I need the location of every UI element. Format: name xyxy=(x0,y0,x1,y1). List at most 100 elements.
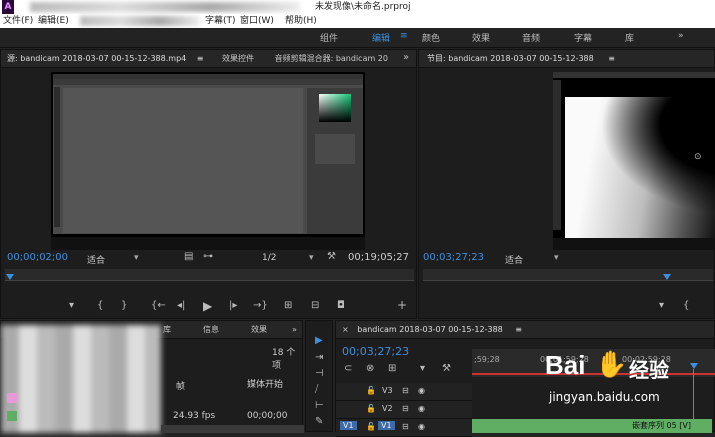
program-fit-select[interactable]: 适合 xyxy=(505,253,523,266)
button-editor-plus-icon[interactable]: + xyxy=(397,298,407,312)
source-menu-icon[interactable]: ≡ xyxy=(197,54,204,63)
step-back-icon[interactable]: ◂| xyxy=(177,300,185,311)
add-marker-icon[interactable]: ▾ xyxy=(69,300,74,311)
watermark-brand: Bai xyxy=(545,350,586,380)
sync-lock-icon[interactable]: ⊟ xyxy=(402,422,409,431)
menu-edit[interactable]: 编辑(E) xyxy=(38,14,69,28)
track-v3: 🔓 V3 ⊟ ◉ xyxy=(336,383,472,401)
timeline-marker-icon[interactable]: ▾ xyxy=(420,363,425,374)
program-menu-icon[interactable]: ≡ xyxy=(608,54,615,63)
workspace-titles[interactable]: 字幕 xyxy=(574,31,592,44)
track-v2: 🔓 V2 ⊟ ◉ xyxy=(336,401,472,419)
lock-icon[interactable]: 🔓 xyxy=(366,404,376,413)
target-cursor-icon: ⊙ xyxy=(694,152,702,162)
source-playhead[interactable] xyxy=(6,274,14,280)
project-more-icon[interactable]: » xyxy=(292,321,297,339)
col-frame-rate[interactable]: 帧 xyxy=(176,379,185,392)
menu-help[interactable]: 帮助(H) xyxy=(285,14,317,28)
go-to-out-icon[interactable]: →} xyxy=(253,300,268,311)
media-start-value: 00;00;00 xyxy=(247,411,288,421)
lock-icon[interactable]: 🔓 xyxy=(366,386,376,395)
tools-panel: ▶ ⇥ ⊣ ⧸ ⊢ ✎ xyxy=(305,320,333,432)
program-monitor: 节目: bandicam 2018-03-07 00-15-12-388 ≡ ⊙… xyxy=(418,49,715,319)
menu-bar: 文件(F) 编辑(E) 字幕(T) 窗口(W) 帮助(H) xyxy=(0,14,715,28)
timeline-close-icon[interactable]: × xyxy=(342,325,349,334)
workspace-libraries[interactable]: 库 xyxy=(625,31,634,44)
program-timecode[interactable]: 00;03;27;23 xyxy=(423,252,484,263)
workspace-menu-icon[interactable]: ≡ xyxy=(400,31,408,41)
watermark-paw-icon: ✋ xyxy=(595,350,628,380)
step-forward-icon[interactable]: |▸ xyxy=(229,300,237,311)
play-icon[interactable]: ▶ xyxy=(203,299,212,313)
sync-lock-icon[interactable]: ⊟ xyxy=(402,386,409,395)
workspace-bar: 组件 编辑 ≡ 颜色 效果 音频 字幕 库 » xyxy=(0,28,715,48)
workspace-editing[interactable]: 编辑 xyxy=(372,31,390,44)
blurred-title xyxy=(30,2,300,12)
wrench-icon[interactable]: ⚒ xyxy=(327,251,336,262)
fps-value: 24.93 fps xyxy=(173,411,216,421)
eye-icon[interactable]: ◉ xyxy=(418,404,425,413)
sync-lock-icon[interactable]: ⊟ xyxy=(402,404,409,413)
add-edit-icon[interactable]: ⊞ xyxy=(388,363,396,374)
windows-taskbar xyxy=(51,237,365,250)
go-to-in-icon[interactable]: {← xyxy=(151,300,166,311)
col-media-start[interactable]: 媒体开始 xyxy=(247,377,283,390)
tab-info[interactable]: 信息 xyxy=(203,321,219,339)
program-fit-chevron-icon[interactable]: ▾ xyxy=(554,253,559,263)
eye-icon[interactable]: ◉ xyxy=(418,422,425,431)
linked-selection-icon[interactable]: ⊗ xyxy=(366,363,374,374)
insert-icon[interactable]: ⊞ xyxy=(284,300,292,311)
program-playhead[interactable] xyxy=(663,274,671,280)
menu-window[interactable]: 窗口(W) xyxy=(240,14,274,28)
snap-icon[interactable]: ⊂ xyxy=(344,363,352,374)
source-timecode[interactable]: 00;00;02;00 xyxy=(7,252,68,263)
source-resolution-chevron-icon[interactable]: ▾ xyxy=(309,253,314,263)
ripple-edit-tool-icon[interactable]: ⊣ xyxy=(315,368,324,379)
source-fit-chevron-icon[interactable]: ▾ xyxy=(134,253,139,263)
program-add-marker-icon[interactable]: ▾ xyxy=(659,300,664,311)
workspace-color[interactable]: 颜色 xyxy=(422,31,440,44)
overwrite-icon[interactable]: ⊟ xyxy=(311,300,319,311)
track-label-v3: V3 xyxy=(382,386,393,395)
clip-settings-icon[interactable]: ▤ xyxy=(184,251,193,262)
timeline-timecode[interactable]: 00;03;27;23 xyxy=(342,345,409,358)
panel-more-icon[interactable]: » xyxy=(403,52,409,63)
workspace-assembly[interactable]: 组件 xyxy=(320,31,338,44)
track-headers: 🔓 V3 ⊟ ◉ 🔓 V2 ⊟ ◉ V1 🔓 V1 ⊟ ◉ xyxy=(336,383,472,437)
timeline-settings-icon[interactable]: ⚒ xyxy=(442,363,451,374)
tab-libraries[interactable]: 库 xyxy=(163,321,171,339)
mark-out-icon[interactable]: } xyxy=(121,300,127,311)
title-bar: A 未发现像\未命名.prproj xyxy=(0,0,715,14)
source-patch-v1[interactable]: V1 xyxy=(340,421,357,430)
tab-program[interactable]: 节目: bandicam 2018-03-07 00-15-12-388 xyxy=(427,54,594,63)
program-mark-in-icon[interactable]: { xyxy=(683,300,689,311)
workspace-more-icon[interactable]: » xyxy=(678,31,684,41)
track-label-v1[interactable]: V1 xyxy=(378,421,395,430)
drag-video-icon[interactable]: ⊶ xyxy=(203,251,213,262)
mark-in-icon[interactable]: { xyxy=(97,300,103,311)
tab-sequence[interactable]: bandicam 2018-03-07 00-15-12-388 xyxy=(357,325,503,334)
export-frame-icon[interactable]: ◘ xyxy=(337,300,345,311)
tab-source[interactable]: 源: bandicam 2018-03-07 00-15-12-388.mp4 xyxy=(7,54,186,63)
watermark-brand2: 经验 xyxy=(629,358,669,382)
pen-tool-icon[interactable]: ✎ xyxy=(315,416,323,427)
razor-tool-icon[interactable]: ⧸ xyxy=(315,384,318,395)
slip-tool-icon[interactable]: ⊢ xyxy=(315,400,324,411)
lock-icon[interactable]: 🔓 xyxy=(366,422,376,431)
tab-effect-controls[interactable]: 效果控件 xyxy=(222,54,254,63)
menu-title[interactable]: 字幕(T) xyxy=(205,14,236,28)
menu-file[interactable]: 文件(F) xyxy=(3,14,33,28)
track-v1: V1 🔓 V1 ⊟ ◉ xyxy=(336,419,472,437)
workspace-effects[interactable]: 效果 xyxy=(472,31,490,44)
tab-audio-clip-mixer[interactable]: 音频剪辑混合器: bandicam 20 xyxy=(275,54,388,63)
program-tabs: 节目: bandicam 2018-03-07 00-15-12-388 ≡ xyxy=(419,50,714,68)
track-select-tool-icon[interactable]: ⇥ xyxy=(315,352,323,363)
eye-icon[interactable]: ◉ xyxy=(418,386,425,395)
source-fit-select[interactable]: 适合 xyxy=(87,253,105,266)
tab-effects[interactable]: 效果 xyxy=(251,321,267,339)
workspace-audio[interactable]: 音频 xyxy=(522,31,540,44)
source-resolution-select[interactable]: 1/2 xyxy=(262,253,276,263)
source-time-ruler[interactable] xyxy=(5,269,414,281)
selection-tool-icon[interactable]: ▶ xyxy=(315,335,323,346)
timeline-menu-icon[interactable]: ≡ xyxy=(515,325,522,334)
